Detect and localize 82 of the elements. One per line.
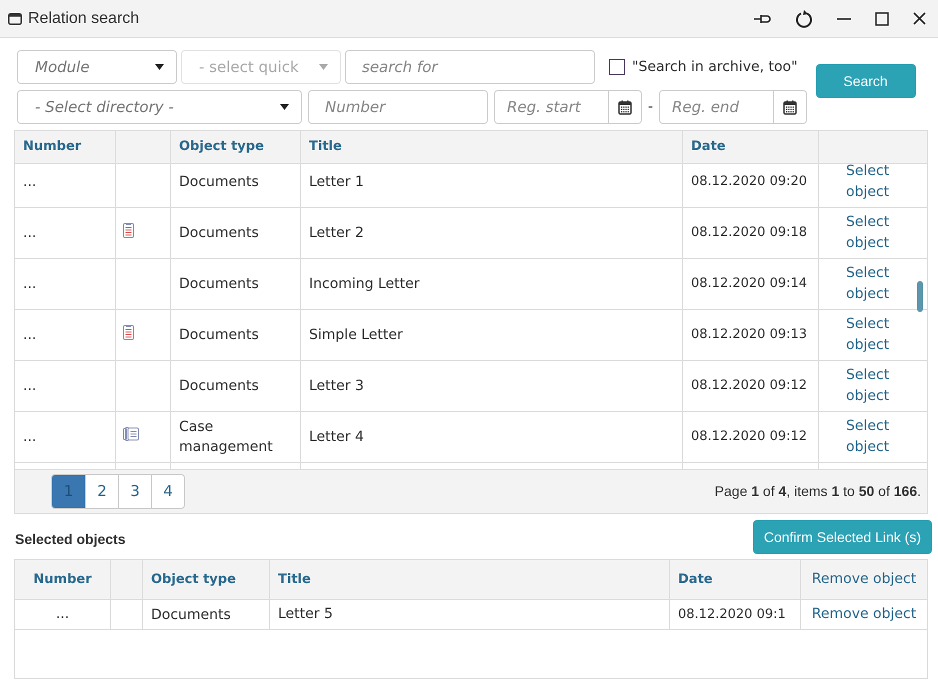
table-cell-text: ... — [23, 326, 36, 344]
column-header[interactable]: Object type — [179, 137, 264, 157]
table-cell-text: Documents — [179, 326, 259, 345]
page-button[interactable]: 3 — [118, 475, 151, 508]
table-cell-text: Documents — [151, 606, 231, 625]
remove-object-link[interactable]: Remove object — [812, 604, 916, 625]
caret-icon — [319, 64, 328, 70]
close-icon — [913, 12, 926, 25]
search-field[interactable]: search for — [345, 50, 595, 84]
table-cell-text: Letter 1 — [309, 172, 364, 192]
archive-checkbox[interactable] — [609, 59, 625, 75]
document-icon — [123, 223, 134, 238]
table-cell-text: 08.12.2020 09:12 — [691, 377, 808, 396]
table-cell-text: 08.12.2020 09:13 — [691, 326, 808, 344]
table-cell-text: ... — [23, 172, 36, 192]
select-object-link[interactable]: Select object — [846, 263, 908, 305]
pin-icon — [753, 12, 771, 24]
maximize-icon — [875, 12, 889, 26]
column-header[interactable]: Remove object — [812, 569, 916, 590]
table-cell-text: Letter 4 — [309, 428, 364, 446]
column-header[interactable]: Number — [23, 137, 82, 157]
maximize-button[interactable] — [875, 12, 889, 26]
table-cell-text: 08.12.2020 09:14 — [691, 275, 808, 294]
table-cell-text: Documents — [179, 275, 259, 294]
calendar-icon — [783, 100, 797, 114]
select-object-link[interactable]: Select object — [846, 314, 908, 356]
close-button[interactable] — [913, 12, 926, 25]
calendar-icon — [618, 100, 632, 114]
range-separator: - — [648, 96, 653, 117]
column-header[interactable]: Object type — [151, 570, 236, 590]
module-dropdown[interactable]: Module — [17, 50, 177, 84]
calendar-button[interactable] — [774, 90, 807, 124]
folder-list-icon — [123, 427, 139, 441]
pin-button[interactable] — [753, 12, 771, 24]
table-cell-text: ... — [23, 224, 36, 242]
caret-icon — [280, 104, 289, 110]
table-cell-text: Documents — [179, 377, 259, 396]
refresh-button[interactable] — [795, 10, 813, 28]
table-cell-text: 08.12.2020 09:12 — [691, 428, 808, 446]
table-cell-text: ... — [56, 605, 70, 624]
scrollbar-thumb[interactable] — [917, 281, 923, 312]
table-cell-text: Documents — [179, 173, 259, 192]
window-icon — [8, 12, 22, 24]
table-cell-text: 08.12.2020 09:1 — [678, 606, 786, 624]
calendar-button[interactable] — [609, 90, 642, 124]
confirm-button[interactable]: Confirm Selected Link (s) — [752, 520, 932, 554]
reg-start-field[interactable]: Reg. start — [494, 90, 609, 124]
table-cell-text: ... — [23, 376, 36, 396]
table-cell-text: 08.12.2020 09:20 — [691, 173, 808, 192]
table-cell-text: 08.12.2020 09:18 — [691, 224, 808, 242]
select-object-link[interactable]: Select object — [846, 164, 908, 203]
column-header[interactable]: Date — [691, 137, 726, 157]
table-cell-text: Letter 5 — [278, 605, 333, 624]
section-heading: Selected objects — [15, 530, 126, 549]
table-cell-text: Case management — [179, 418, 274, 457]
reg-end-field[interactable]: Reg. end — [659, 90, 774, 124]
page-button[interactable]: 2 — [85, 475, 118, 508]
column-header[interactable]: Date — [678, 570, 713, 590]
select-object-link[interactable]: Select object — [846, 416, 908, 458]
search-button[interactable]: Search — [816, 64, 916, 98]
table-cell-text: Letter 2 — [309, 224, 364, 242]
number-field[interactable]: Number — [308, 90, 488, 124]
window-title: Relation search — [28, 8, 140, 28]
directory-dropdown[interactable]: - Select directory - — [17, 90, 302, 124]
table-cell-text: Letter 3 — [309, 376, 364, 396]
table-cell-text: ... — [23, 274, 36, 294]
refresh-icon — [795, 10, 813, 28]
table-cell-text: Documents — [179, 224, 259, 243]
column-header[interactable]: Title — [278, 570, 311, 590]
table-cell-text: ... — [23, 428, 36, 446]
document-icon — [123, 325, 134, 340]
table-cell-text: Incoming Letter — [309, 274, 420, 294]
column-header[interactable]: Number — [33, 570, 92, 590]
select-object-link[interactable]: Select object — [846, 212, 908, 254]
page-button[interactable]: 4 — [151, 475, 184, 508]
column-header[interactable]: Title — [309, 137, 342, 157]
select-object-link[interactable]: Select object — [846, 365, 908, 407]
archive-label: "Search in archive, too" — [632, 59, 798, 76]
minimize-icon — [837, 18, 851, 20]
table-cell-text: Simple Letter — [309, 326, 403, 344]
pagination-summary: Page 1 of 4, items 1 to 50 of 166. — [714, 482, 921, 501]
caret-icon — [155, 64, 164, 70]
